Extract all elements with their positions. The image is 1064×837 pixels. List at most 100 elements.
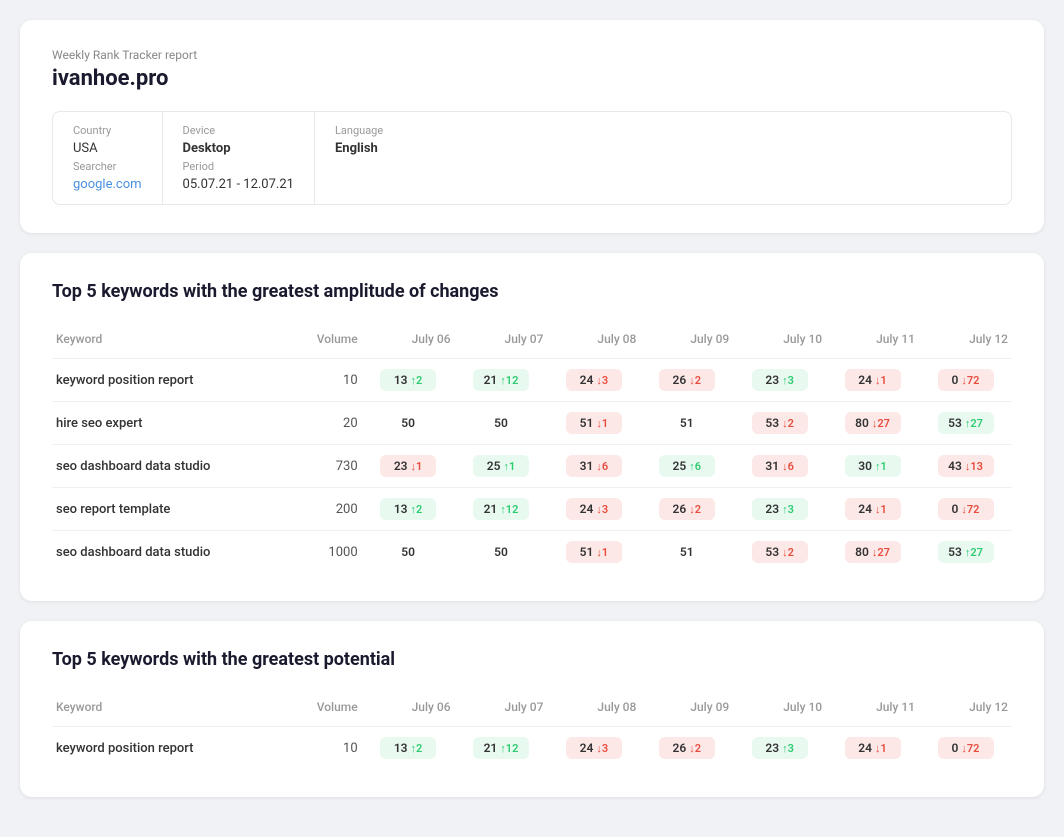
rank-cell: 24↓3 xyxy=(547,488,640,531)
rank-cell: 26↓2 xyxy=(640,359,733,402)
volume-cell: 200 xyxy=(284,488,361,531)
delta-up: ↑1 xyxy=(503,460,515,473)
rank-box: 21↑12 xyxy=(473,369,529,391)
table-row: seo dashboard data studio1000505051↓1515… xyxy=(52,531,1012,574)
rank-cell: 50 xyxy=(455,531,548,574)
col-jul8: July 08 xyxy=(547,326,640,359)
delta-up: ↑27 xyxy=(965,546,983,559)
rank-cell: 21↑12 xyxy=(455,727,548,770)
rank-value: 51 xyxy=(580,545,594,559)
rank-value: 13 xyxy=(394,373,408,387)
potential-table-header: Keyword Volume July 06 July 07 July 08 J… xyxy=(52,694,1012,727)
rank-box: 0↓72 xyxy=(938,737,994,759)
rank-box: 23↑3 xyxy=(752,369,808,391)
rank-box: 30↑1 xyxy=(845,455,901,477)
rank-cell: 13↑2 xyxy=(362,727,455,770)
volume-cell: 10 xyxy=(284,359,361,402)
rank-cell: 51 xyxy=(640,402,733,445)
rank-value: 53 xyxy=(765,416,779,430)
rank-value: 43 xyxy=(948,459,962,473)
table-row: keyword position report1013↑221↑1224↓326… xyxy=(52,359,1012,402)
delta-up: ↑2 xyxy=(411,503,423,516)
potential-table: Keyword Volume July 06 July 07 July 08 J… xyxy=(52,694,1012,769)
rank-box: 53↓2 xyxy=(752,541,808,563)
rank-cell: 31↓6 xyxy=(547,445,640,488)
meta-device: Device Desktop Period 05.07.21 - 12.07.2… xyxy=(163,112,315,204)
meta-language: Language English xyxy=(315,112,1011,204)
rank-cell: 21↑12 xyxy=(455,359,548,402)
rank-box: 43↓13 xyxy=(938,455,994,477)
rank-box: 21↑12 xyxy=(473,498,529,520)
rank-cell: 24↓3 xyxy=(547,727,640,770)
amplitude-table: Keyword Volume July 06 July 07 July 08 J… xyxy=(52,326,1012,573)
rank-value: 80 xyxy=(855,545,869,559)
rank-cell: 13↑2 xyxy=(362,359,455,402)
rank-value: 53 xyxy=(948,545,962,559)
rank-box: 50 xyxy=(380,412,436,434)
delta-up: ↑3 xyxy=(782,503,794,516)
rank-cell: 24↓1 xyxy=(826,727,919,770)
rank-box: 21↑12 xyxy=(473,737,529,759)
rank-cell: 80↓27 xyxy=(826,531,919,574)
rank-value: 51 xyxy=(680,416,694,430)
rank-box: 53↑27 xyxy=(938,541,994,563)
keyword-cell: seo dashboard data studio xyxy=(52,445,284,488)
rank-cell: 53↓2 xyxy=(733,402,826,445)
rank-value: 21 xyxy=(484,502,498,516)
rank-value: 0 xyxy=(952,741,959,755)
rank-cell: 51↓1 xyxy=(547,531,640,574)
delta-down: ↓2 xyxy=(689,742,701,755)
keyword-cell: seo report template xyxy=(52,488,284,531)
delta-down: ↓1 xyxy=(875,742,887,755)
delta-down: ↓1 xyxy=(875,374,887,387)
rank-cell: 30↑1 xyxy=(826,445,919,488)
col-jul10: July 10 xyxy=(733,694,826,727)
delta-down: ↓2 xyxy=(782,417,794,430)
rank-box: 13↑2 xyxy=(380,498,436,520)
delta-down: ↓2 xyxy=(782,546,794,559)
delta-down: ↓13 xyxy=(965,460,983,473)
rank-box: 80↓27 xyxy=(845,412,901,434)
rank-value: 23 xyxy=(394,459,408,473)
rank-value: 24 xyxy=(580,373,594,387)
rank-value: 80 xyxy=(855,416,869,430)
keyword-cell: keyword position report xyxy=(52,727,284,770)
table-row: hire seo expert20505051↓15153↓280↓2753↑2… xyxy=(52,402,1012,445)
rank-value: 50 xyxy=(494,416,508,430)
rank-value: 31 xyxy=(765,459,779,473)
rank-value: 21 xyxy=(484,741,498,755)
rank-box: 26↓2 xyxy=(659,498,715,520)
rank-cell: 23↑3 xyxy=(733,727,826,770)
rank-value: 13 xyxy=(394,741,408,755)
volume-cell: 20 xyxy=(284,402,361,445)
delta-down: ↓27 xyxy=(872,417,890,430)
rank-cell: 0↓72 xyxy=(919,488,1012,531)
rank-value: 50 xyxy=(401,545,415,559)
rank-box: 51↓1 xyxy=(566,412,622,434)
rank-box: 26↓2 xyxy=(659,369,715,391)
rank-value: 53 xyxy=(948,416,962,430)
col-jul6: July 06 xyxy=(362,326,455,359)
rank-value: 24 xyxy=(858,741,872,755)
rank-value: 23 xyxy=(765,502,779,516)
delta-down: ↓1 xyxy=(875,503,887,516)
delta-down: ↓1 xyxy=(411,460,423,473)
rank-value: 21 xyxy=(484,373,498,387)
col-jul12: July 12 xyxy=(919,694,1012,727)
rank-box: 24↓1 xyxy=(845,737,901,759)
rank-cell: 25↑6 xyxy=(640,445,733,488)
delta-up: ↑2 xyxy=(411,374,423,387)
rank-box: 31↓6 xyxy=(566,455,622,477)
rank-value: 26 xyxy=(673,373,687,387)
meta-row: Country USA Searcher google.com Device D… xyxy=(52,111,1012,205)
rank-box: 13↑2 xyxy=(380,737,436,759)
rank-value: 24 xyxy=(858,373,872,387)
col-jul10: July 10 xyxy=(733,326,826,359)
delta-up: ↑12 xyxy=(500,374,518,387)
rank-cell: 50 xyxy=(362,402,455,445)
rank-value: 25 xyxy=(673,459,687,473)
rank-box: 13↑2 xyxy=(380,369,436,391)
rank-box: 25↑6 xyxy=(659,455,715,477)
col-jul7: July 07 xyxy=(455,694,548,727)
delta-down: ↓72 xyxy=(961,742,979,755)
